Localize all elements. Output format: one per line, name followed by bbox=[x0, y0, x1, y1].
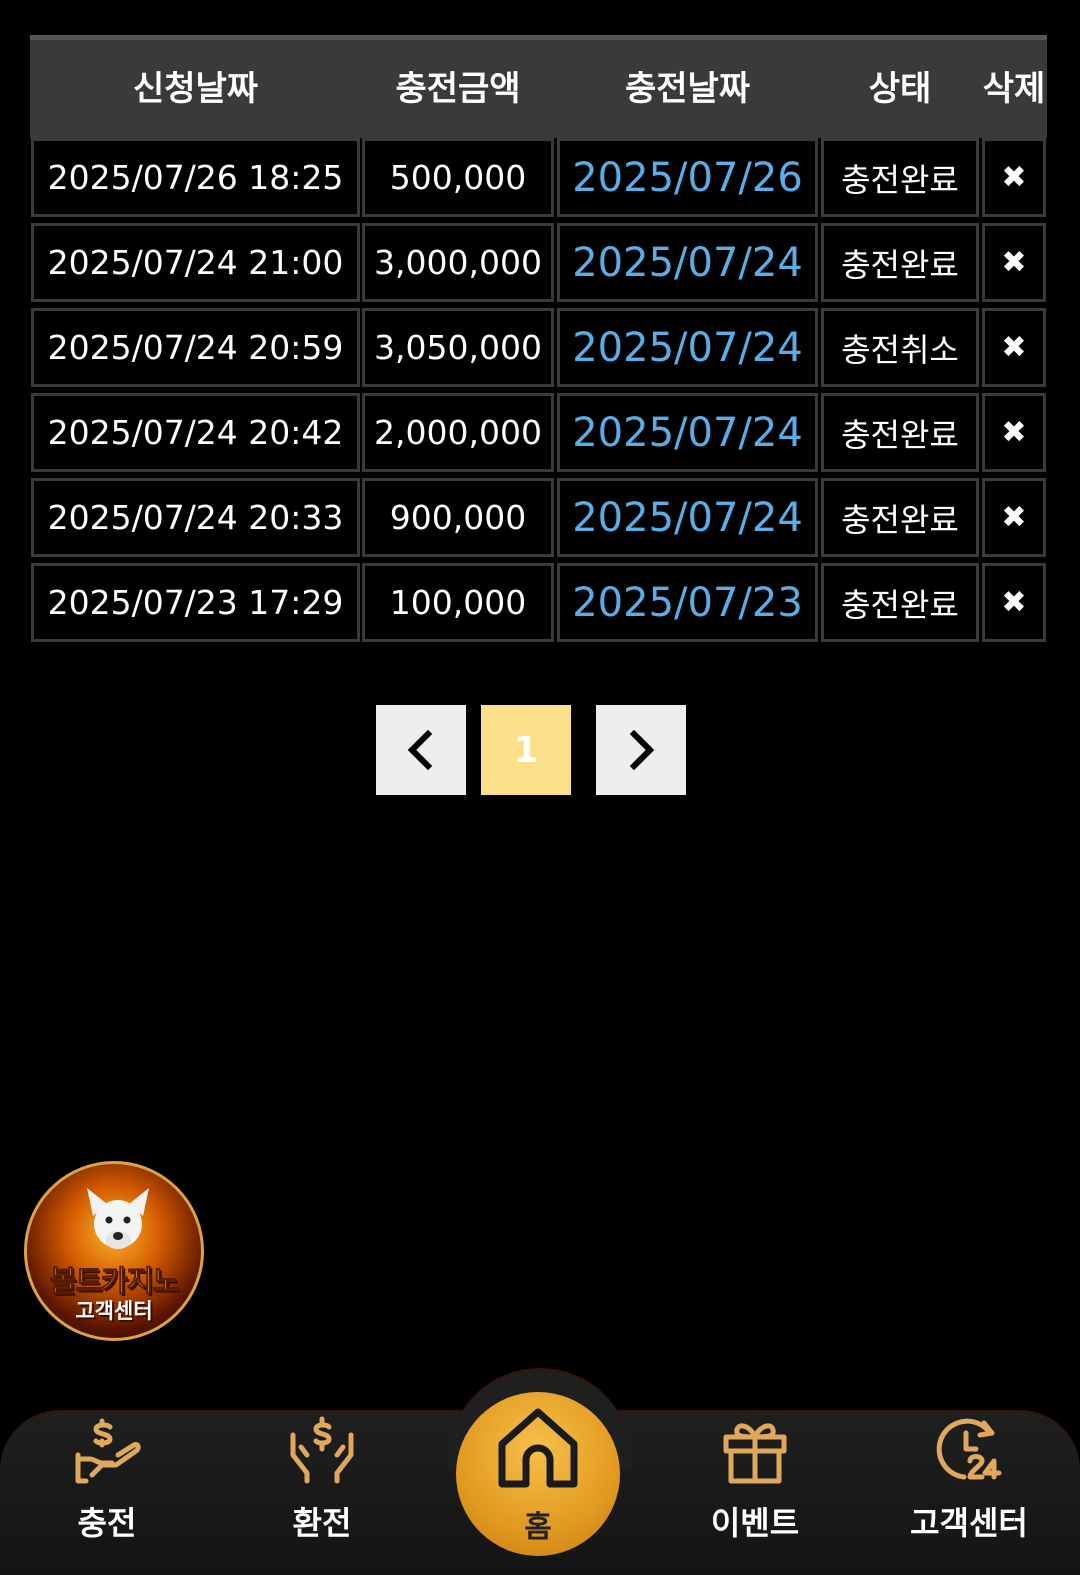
customer-center-floating-button[interactable]: 볼트카지노 고객센터 bbox=[24, 1161, 204, 1341]
cell-amount: 900,000 bbox=[362, 478, 554, 557]
delete-button[interactable]: ✖ bbox=[982, 393, 1046, 472]
gift-icon bbox=[723, 1423, 787, 1484]
cell-amount: 2,000,000 bbox=[362, 393, 554, 472]
cell-amount: 3,000,000 bbox=[362, 223, 554, 302]
cell-charge-date[interactable]: 2025/07/23 bbox=[557, 563, 818, 642]
nav-event-label: 이벤트 bbox=[710, 1504, 800, 1542]
table-row: 2025/07/24 20:59 3,050,000 2025/07/24 충전취소 ✖ bbox=[30, 308, 1047, 393]
table-row: 2025/07/24 20:33 900,000 2025/07/24 충전완료 ✖ bbox=[30, 478, 1047, 563]
cell-request-date: 2025/07/26 18:25 bbox=[31, 138, 360, 217]
cell-request-date: 2025/07/24 20:42 bbox=[31, 393, 360, 472]
cell-charge-date[interactable]: 2025/07/24 bbox=[557, 393, 818, 472]
cell-status: 충전완료 bbox=[821, 223, 979, 302]
cell-request-date: 2025/07/24 20:33 bbox=[31, 478, 360, 557]
cell-charge-date[interactable]: 2025/07/24 bbox=[557, 223, 818, 302]
header-charge-date: 충전날짜 bbox=[624, 69, 751, 109]
table-body: 2025/07/26 18:25 500,000 2025/07/26 충전완료 ✖ 20… bbox=[30, 138, 1047, 648]
clock-24-icon bbox=[936, 1418, 1002, 1480]
nav-charge-label: 충전 bbox=[77, 1504, 137, 1542]
dog-mascot-icon bbox=[87, 1188, 149, 1249]
charge-history-table: 신청날짜 충전금액 충전날짜 상태 삭제 2025/07/26 18:25 500… bbox=[30, 35, 1047, 648]
hand-coin-icon bbox=[75, 1418, 141, 1484]
nav-event[interactable]: 이벤트 bbox=[670, 1410, 840, 1570]
delete-button[interactable]: ✖ bbox=[982, 138, 1046, 217]
cell-status: 충전취소 bbox=[821, 308, 979, 387]
nav-support-label: 고객센터 bbox=[910, 1504, 1028, 1542]
table-header: 신청날짜 충전금액 충전날짜 상태 삭제 bbox=[30, 35, 1047, 138]
cell-charge-date[interactable]: 2025/07/24 bbox=[557, 478, 818, 557]
delete-button[interactable]: ✖ bbox=[982, 223, 1046, 302]
header-status: 상태 bbox=[868, 69, 932, 109]
cell-amount: 3,050,000 bbox=[362, 308, 554, 387]
delete-button[interactable]: ✖ bbox=[982, 478, 1046, 557]
cell-charge-date[interactable]: 2025/07/26 bbox=[557, 138, 818, 217]
cell-status: 충전완료 bbox=[821, 478, 979, 557]
delete-button[interactable]: ✖ bbox=[982, 563, 1046, 642]
header-request-date: 신청날짜 bbox=[132, 69, 259, 109]
header-amount: 충전금액 bbox=[395, 69, 521, 109]
cell-amount: 500,000 bbox=[362, 138, 554, 217]
nav-exchange-label: 환전 bbox=[292, 1504, 352, 1542]
cell-charge-date[interactable]: 2025/07/24 bbox=[557, 308, 818, 387]
next-page-button[interactable] bbox=[596, 705, 686, 795]
home-icon bbox=[498, 1408, 578, 1488]
nav-exchange[interactable]: 환전 bbox=[237, 1410, 407, 1570]
table-row: 2025/07/24 20:42 2,000,000 2025/07/24 충전완료 ✖ bbox=[30, 393, 1047, 478]
cell-status: 충전완료 bbox=[821, 138, 979, 217]
badge-title: 볼트카지노 bbox=[49, 1264, 179, 1299]
cell-status: 충전완료 bbox=[821, 563, 979, 642]
nav-home-label: 홈 bbox=[524, 1510, 552, 1545]
table-row: 2025/07/24 21:00 3,000,000 2025/07/24 충전완료 ✖ bbox=[30, 223, 1047, 308]
header-delete: 삭제 bbox=[982, 69, 1046, 109]
cell-request-date: 2025/07/23 17:29 bbox=[31, 563, 360, 642]
nav-support[interactable]: 고객센터 bbox=[884, 1410, 1054, 1570]
table-row: 2025/07/26 18:25 500,000 2025/07/26 충전완료 ✖ bbox=[30, 138, 1047, 223]
chevron-left-icon bbox=[407, 730, 433, 770]
badge-subtitle: 고객센터 bbox=[75, 1299, 153, 1323]
cell-status: 충전완료 bbox=[821, 393, 979, 472]
hands-dollar-icon bbox=[290, 1416, 354, 1484]
cell-request-date: 2025/07/24 20:59 bbox=[31, 308, 360, 387]
cell-request-date: 2025/07/24 21:00 bbox=[31, 223, 360, 302]
cell-amount: 100,000 bbox=[362, 563, 554, 642]
nav-home[interactable]: 홈 bbox=[456, 1392, 620, 1556]
table-row: 2025/07/23 17:29 100,000 2025/07/23 충전완료 ✖ bbox=[30, 563, 1047, 648]
chevron-right-icon bbox=[629, 730, 655, 770]
prev-page-button[interactable] bbox=[376, 705, 466, 795]
nav-charge[interactable]: 충전 bbox=[22, 1410, 192, 1570]
page-number-button[interactable]: 1 bbox=[481, 705, 571, 795]
delete-button[interactable]: ✖ bbox=[982, 308, 1046, 387]
